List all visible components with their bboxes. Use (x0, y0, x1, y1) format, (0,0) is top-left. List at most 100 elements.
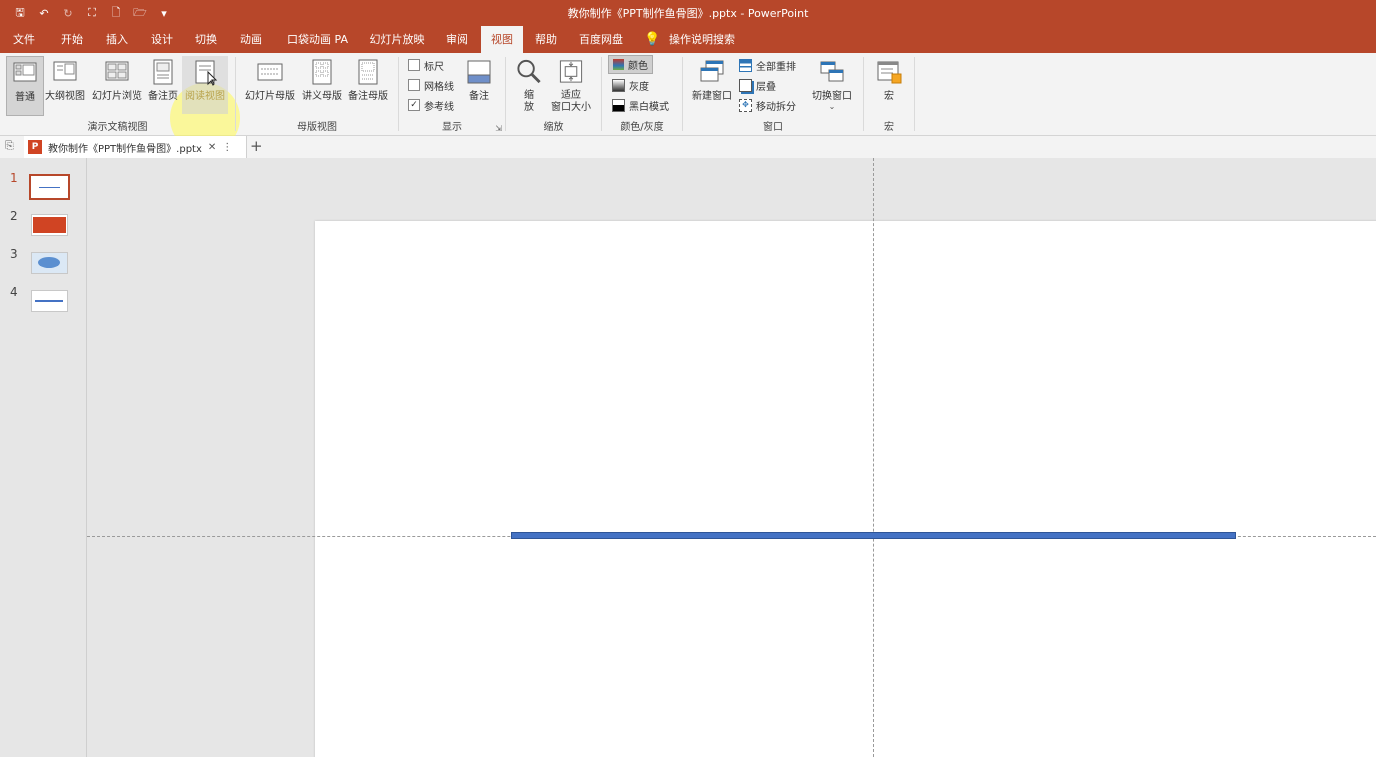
slide-sorter-button[interactable]: 幻灯片浏览 (90, 56, 144, 114)
window-title: 教你制作《PPT制作鱼骨图》.pptx - PowerPoint (567, 7, 809, 20)
tell-me-search[interactable]: 操作说明搜索 (664, 26, 740, 53)
gridlines-checkbox[interactable]: 网格线 (408, 76, 454, 94)
move-split-button[interactable]: ✥ 移动拆分 (739, 96, 796, 114)
document-tab-bar: ⎘ P 教你制作《PPT制作鱼骨图》.pptx ✕ ⋮ + (0, 136, 1376, 159)
arrange-all-label: 全部重排 (756, 61, 796, 73)
document-tab-name: 教你制作《PPT制作鱼骨图》.pptx (48, 143, 202, 155)
vertical-guide[interactable] (873, 158, 874, 757)
slide-thumbnail-1[interactable] (29, 174, 70, 200)
notes-label: 备注 (469, 91, 489, 102)
grayscale-option[interactable]: 灰度 (612, 76, 649, 94)
group-show: 标尺 网格线 ✓ 参考线 备注 ⇲ 显示 (399, 53, 505, 135)
cascade-icon (739, 78, 752, 92)
document-tab[interactable]: P 教你制作《PPT制作鱼骨图》.pptx ✕ ⋮ (24, 136, 247, 158)
slide-sorter-icon (105, 61, 129, 81)
thumbnail-content (33, 217, 66, 233)
group-presentation-views: 普通 大纲视图 幻灯片浏览 备注页 阅读视图 演示文稿视图 (0, 53, 235, 135)
guides-checkbox[interactable]: ✓ 参考线 (408, 96, 454, 114)
fit-to-window-label: 适应 窗口大小 (551, 90, 591, 113)
normal-view-icon (13, 62, 37, 82)
tab-transitions[interactable]: 切换 (186, 26, 226, 53)
gridlines-checkbox-box[interactable] (408, 79, 420, 91)
notes-page-button[interactable]: 备注页 (146, 56, 180, 114)
group-macros: 宏 宏 (864, 53, 914, 135)
cascade-label: 层叠 (756, 81, 776, 93)
new-window-icon (700, 60, 724, 82)
close-icon[interactable]: ✕ (208, 142, 216, 153)
slide-number: 1 (10, 171, 18, 185)
tab-review[interactable]: 审阅 (437, 26, 477, 53)
color-swatch-icon (613, 59, 624, 70)
guides-checkbox-box[interactable]: ✓ (408, 99, 420, 111)
presentation-views-group-label: 演示文稿视图 (87, 122, 148, 133)
fit-to-window-button[interactable]: 适应 窗口大小 (548, 56, 594, 114)
powerpoint-file-icon: P (28, 140, 42, 154)
title-bar: 🖫 ↶ ↻ ⛶ 🗋 🗁 ▾ 教你制作《PPT制作鱼骨图》.pptx - Powe… (0, 0, 1376, 26)
switch-window-button[interactable]: 切换窗口 ⌄ (809, 56, 855, 114)
tab-view[interactable]: 视图 (481, 26, 523, 53)
tab-help[interactable]: 帮助 (526, 26, 566, 53)
zoom-label: 缩 放 (524, 90, 534, 113)
reading-view-button[interactable]: 阅读视图 (182, 56, 228, 114)
black-white-swatch-icon (612, 98, 625, 112)
tab-animations[interactable]: 动画 (231, 26, 271, 53)
ruler-checkbox[interactable]: 标尺 (408, 56, 444, 74)
outline-view-button[interactable]: 大纲视图 (43, 56, 87, 114)
tab-pocket-animation[interactable]: 口袋动画 PA (280, 26, 355, 53)
notes-button[interactable]: 备注 (463, 56, 495, 114)
notes-master-button[interactable]: 备注母版 (346, 56, 390, 114)
slide-thumbnail-4[interactable] (31, 290, 68, 312)
tab-slideshow[interactable]: 幻灯片放映 (364, 26, 430, 53)
ribbon-tab-bar: 文件 开始 插入 设计 切换 动画 口袋动画 PA 幻灯片放映 审阅 视图 帮助… (0, 26, 1376, 53)
cascade-button[interactable]: 层叠 (739, 76, 776, 94)
new-window-button[interactable]: 新建窗口 (689, 56, 735, 114)
zoom-button[interactable]: 缩 放 (514, 56, 544, 114)
slide-number: 3 (10, 247, 18, 261)
tab-home[interactable]: 开始 (52, 26, 92, 53)
outline-view-label: 大纲视图 (45, 91, 85, 102)
show-group-label: 显示 (442, 122, 462, 133)
group-color-grayscale: 颜色 灰度 黑白模式 颜色/灰度 (602, 53, 682, 135)
slide-master-button[interactable]: 幻灯片母版 (244, 56, 296, 114)
fish-spine-line-shape[interactable] (511, 532, 1236, 539)
slide-thumbnail-3[interactable] (31, 252, 68, 274)
grayscale-swatch-icon (612, 78, 625, 92)
tab-insert[interactable]: 插入 (97, 26, 137, 53)
handout-master-label: 讲义母版 (302, 91, 342, 102)
notes-page-label: 备注页 (148, 91, 178, 102)
color-option[interactable]: 颜色 (608, 55, 653, 74)
gridlines-label: 网格线 (424, 81, 454, 93)
macros-button[interactable]: 宏 (873, 56, 905, 114)
outline-view-icon (53, 61, 77, 81)
black-white-option[interactable]: 黑白模式 (612, 96, 669, 114)
slide-master-icon (257, 63, 283, 81)
slide-sorter-label: 幻灯片浏览 (92, 91, 142, 102)
macros-group-label: 宏 (884, 122, 894, 133)
guides-label: 参考线 (424, 101, 454, 113)
master-views-group-label: 母版视图 (297, 122, 337, 133)
move-split-icon: ✥ (739, 98, 752, 112)
more-menu-icon[interactable]: ⋮ (222, 142, 232, 153)
current-slide[interactable] (315, 221, 1376, 757)
group-master-views: 幻灯片母版 讲义母版 备注母版 母版视图 (236, 53, 398, 135)
reading-view-icon (195, 60, 218, 86)
slide-thumbnail-2[interactable] (31, 214, 68, 236)
notes-page-icon (153, 59, 173, 85)
group-zoom: 缩 放 适应 窗口大小 缩放 (506, 53, 601, 135)
add-tab-icon[interactable]: + (250, 137, 263, 155)
slide-editing-canvas[interactable] (87, 158, 1376, 757)
tab-baidu-netdisk[interactable]: 百度网盘 (572, 26, 630, 53)
arrange-all-icon (739, 58, 752, 72)
slide-number: 2 (10, 209, 18, 223)
tab-list-icon[interactable]: ⎘ (5, 139, 14, 153)
ruler-checkbox-box[interactable] (408, 59, 420, 71)
arrange-all-button[interactable]: 全部重排 (739, 56, 796, 74)
normal-view-button[interactable]: 普通 (6, 56, 44, 116)
macro-icon (877, 61, 902, 84)
thumbnail-line (39, 187, 60, 188)
thumbnail-content (38, 257, 60, 268)
reading-view-label: 阅读视图 (185, 91, 225, 102)
tab-design[interactable]: 设计 (142, 26, 182, 53)
handout-master-button[interactable]: 讲义母版 (300, 56, 344, 114)
tab-file[interactable]: 文件 (4, 26, 44, 53)
